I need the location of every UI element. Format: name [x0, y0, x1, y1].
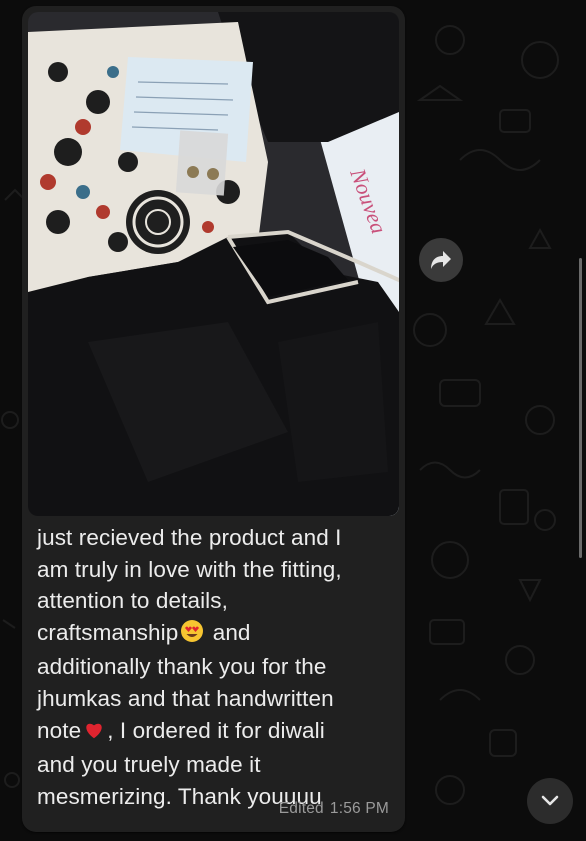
message-line: additionally thank you for the [37, 654, 327, 680]
message-line-text: craftsmanship [37, 619, 179, 645]
forward-button[interactable] [419, 238, 463, 282]
message-line-text: note [37, 717, 82, 743]
scroll-to-bottom-button[interactable] [527, 778, 573, 824]
message-bubble[interactable]: Nouvea just recieved the product and I a… [22, 6, 405, 832]
message-photo[interactable]: Nouvea [28, 12, 399, 516]
message-line: note , I ordered it for diwali [37, 715, 389, 750]
message-line: and you truely made it [37, 752, 261, 778]
message-line-text: and [206, 619, 251, 645]
chevron-down-icon [541, 795, 559, 806]
message-line: attention to details, [37, 588, 228, 614]
message-time: 1:56 PM [329, 800, 389, 817]
forward-arrow-icon [431, 251, 451, 269]
product-photo-illustration: Nouvea [28, 12, 399, 516]
message-meta: Edited 1:56 PM [279, 800, 389, 818]
message-text: just recieved the product and I am truly… [37, 522, 389, 812]
edited-label: Edited [278, 800, 324, 817]
scrollbar[interactable] [579, 258, 582, 558]
message-line: craftsmanship and [37, 617, 389, 652]
message-line: am truly in love with the fitting, [37, 556, 342, 582]
chat-screen: Nouvea just recieved the product and I a… [0, 0, 586, 841]
red-heart-emoji [83, 718, 105, 750]
message-line: just recieved the product and I [37, 525, 342, 550]
heart-eyes-emoji [180, 619, 204, 652]
message-line-text: , I ordered it for diwali [107, 717, 325, 743]
message-line: jhumkas and that handwritten [37, 685, 334, 711]
